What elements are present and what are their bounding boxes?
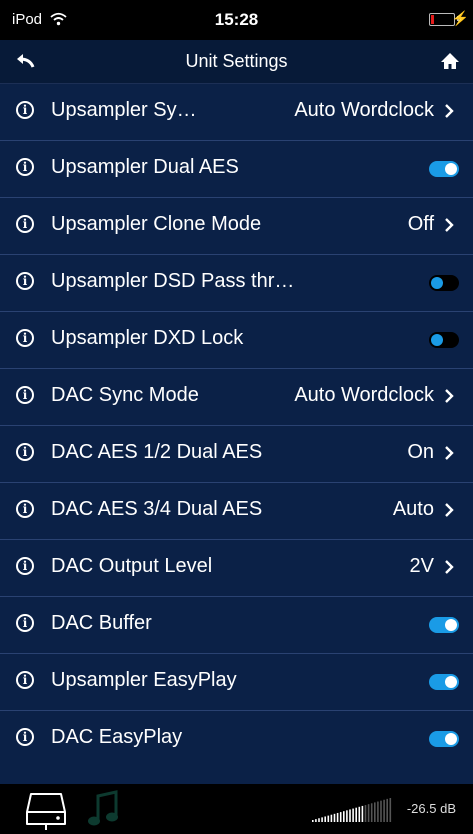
volume-bar (324, 816, 326, 822)
volume-bar (346, 810, 348, 822)
volume-bar (364, 805, 367, 822)
volume-bar (374, 802, 376, 822)
toggle-switch[interactable] (429, 275, 459, 291)
settings-row[interactable]: i Upsampler Sy… Auto Wordclock (0, 84, 473, 141)
volume-bar (339, 812, 342, 822)
volume-bar (386, 798, 388, 822)
setting-value: Auto Wordclock (294, 99, 434, 121)
setting-label: Upsampler Clone Mode (51, 213, 262, 235)
setting-label: Upsampler Dual AES (51, 156, 239, 178)
settings-row[interactable]: i DAC AES 1/2 Dual AES On (0, 426, 473, 483)
setting-label: Upsampler Sy… (51, 99, 197, 121)
volume-bar (312, 820, 314, 822)
unit-settings-screen: iPod 15:28 ⚡ Unit Settings i Upsampler Sy… (0, 0, 473, 834)
settings-row[interactable]: i DAC Buffer (0, 597, 473, 654)
volume-bar (377, 801, 379, 822)
toggle-switch[interactable] (429, 731, 459, 747)
setting-label: DAC AES 1/2 Dual AES (51, 441, 263, 463)
volume-level: -26.5 dB (406, 801, 456, 816)
toggle-knob (445, 163, 457, 175)
toggle-knob (445, 676, 457, 688)
setting-label: Upsampler DSD Pass thr… (51, 270, 295, 292)
nav-bar: Unit Settings (0, 40, 473, 84)
volume-bar (330, 814, 333, 822)
volume-bar (358, 806, 361, 822)
settings-row[interactable]: i DAC Output Level 2V (0, 540, 473, 597)
info-icon[interactable]: i (16, 158, 34, 176)
chevron-right-icon (445, 218, 454, 232)
setting-label: DAC EasyPlay (51, 726, 183, 748)
info-icon[interactable]: i (16, 443, 34, 461)
volume-bar (352, 808, 354, 822)
toggle-switch[interactable] (429, 332, 459, 348)
volume-bar (336, 812, 339, 822)
info-icon[interactable]: i (16, 614, 34, 632)
settings-row[interactable]: i Upsampler DSD Pass thr… (0, 255, 473, 312)
volume-bar (343, 811, 345, 822)
charging-bolt-icon: ⚡ (451, 10, 469, 26)
setting-value: Off (407, 213, 434, 235)
info-icon[interactable]: i (16, 500, 34, 518)
chevron-right-icon (445, 560, 454, 574)
info-icon[interactable]: i (16, 386, 34, 404)
setting-value: Auto (392, 498, 434, 520)
info-icon[interactable]: i (16, 671, 34, 689)
settings-row[interactable]: i Upsampler DXD Lock (0, 312, 473, 369)
info-icon[interactable]: i (16, 101, 34, 119)
volume-bar (327, 815, 330, 822)
info-icon[interactable]: i (16, 728, 34, 746)
footer-bar: -26.5 dB (0, 784, 473, 834)
chevron-right-icon (445, 389, 454, 403)
setting-value: Auto Wordclock (294, 384, 434, 406)
toggle-knob (445, 619, 457, 631)
page-title: Unit Settings (185, 51, 288, 71)
music-note-icon[interactable] (84, 790, 124, 830)
toggle-switch[interactable] (429, 674, 459, 690)
settings-row[interactable]: i Upsampler Clone Mode Off (0, 198, 473, 255)
chevron-right-icon (445, 446, 454, 460)
setting-label: DAC Output Level (51, 555, 213, 577)
volume-bar (389, 798, 392, 822)
setting-label: Upsampler DXD Lock (51, 327, 244, 349)
volume-bar (380, 800, 382, 822)
setting-label: DAC Sync Mode (51, 384, 199, 406)
settings-row[interactable]: i Upsampler EasyPlay (0, 654, 473, 711)
info-icon[interactable]: i (16, 215, 34, 233)
chevron-right-icon (445, 503, 454, 517)
chevron-right-icon (445, 104, 454, 118)
setting-value: 2V (409, 555, 434, 577)
drive-icon[interactable] (24, 790, 68, 830)
setting-label: Upsampler EasyPlay (51, 669, 237, 691)
toggle-switch[interactable] (429, 617, 459, 633)
info-icon[interactable]: i (16, 329, 34, 347)
info-icon[interactable]: i (16, 557, 34, 575)
settings-row[interactable]: i DAC EasyPlay (0, 711, 473, 767)
home-icon[interactable] (439, 50, 461, 72)
toggle-knob (431, 334, 443, 346)
toggle-knob (431, 277, 443, 289)
info-icon[interactable]: i (16, 272, 34, 290)
volume-bar (367, 804, 370, 822)
volume-bars-icon[interactable] (312, 796, 394, 822)
volume-bar (349, 809, 351, 822)
volume-bar (333, 813, 336, 822)
volume-bar (361, 805, 364, 822)
settings-row[interactable]: i DAC Sync Mode Auto Wordclock (0, 369, 473, 426)
setting-label: DAC Buffer (51, 612, 152, 634)
status-bar: iPod 15:28 ⚡ (0, 0, 473, 40)
setting-value: On (407, 441, 434, 463)
volume-bar (370, 803, 373, 822)
setting-label: DAC AES 3/4 Dual AES (51, 498, 263, 520)
volume-bar (355, 807, 357, 822)
toggle-knob (445, 733, 457, 745)
settings-row[interactable]: i DAC AES 3/4 Dual AES Auto (0, 483, 473, 540)
volume-bar (315, 819, 317, 822)
volume-bar (383, 799, 385, 822)
toggle-switch[interactable] (429, 161, 459, 177)
settings-row[interactable]: i Upsampler Dual AES (0, 141, 473, 198)
settings-list: i Upsampler Sy… Auto Wordclock i Upsampler D… (0, 84, 473, 767)
status-time: 15:28 (214, 10, 259, 29)
volume-bar (321, 817, 323, 822)
volume-bar (318, 818, 320, 822)
